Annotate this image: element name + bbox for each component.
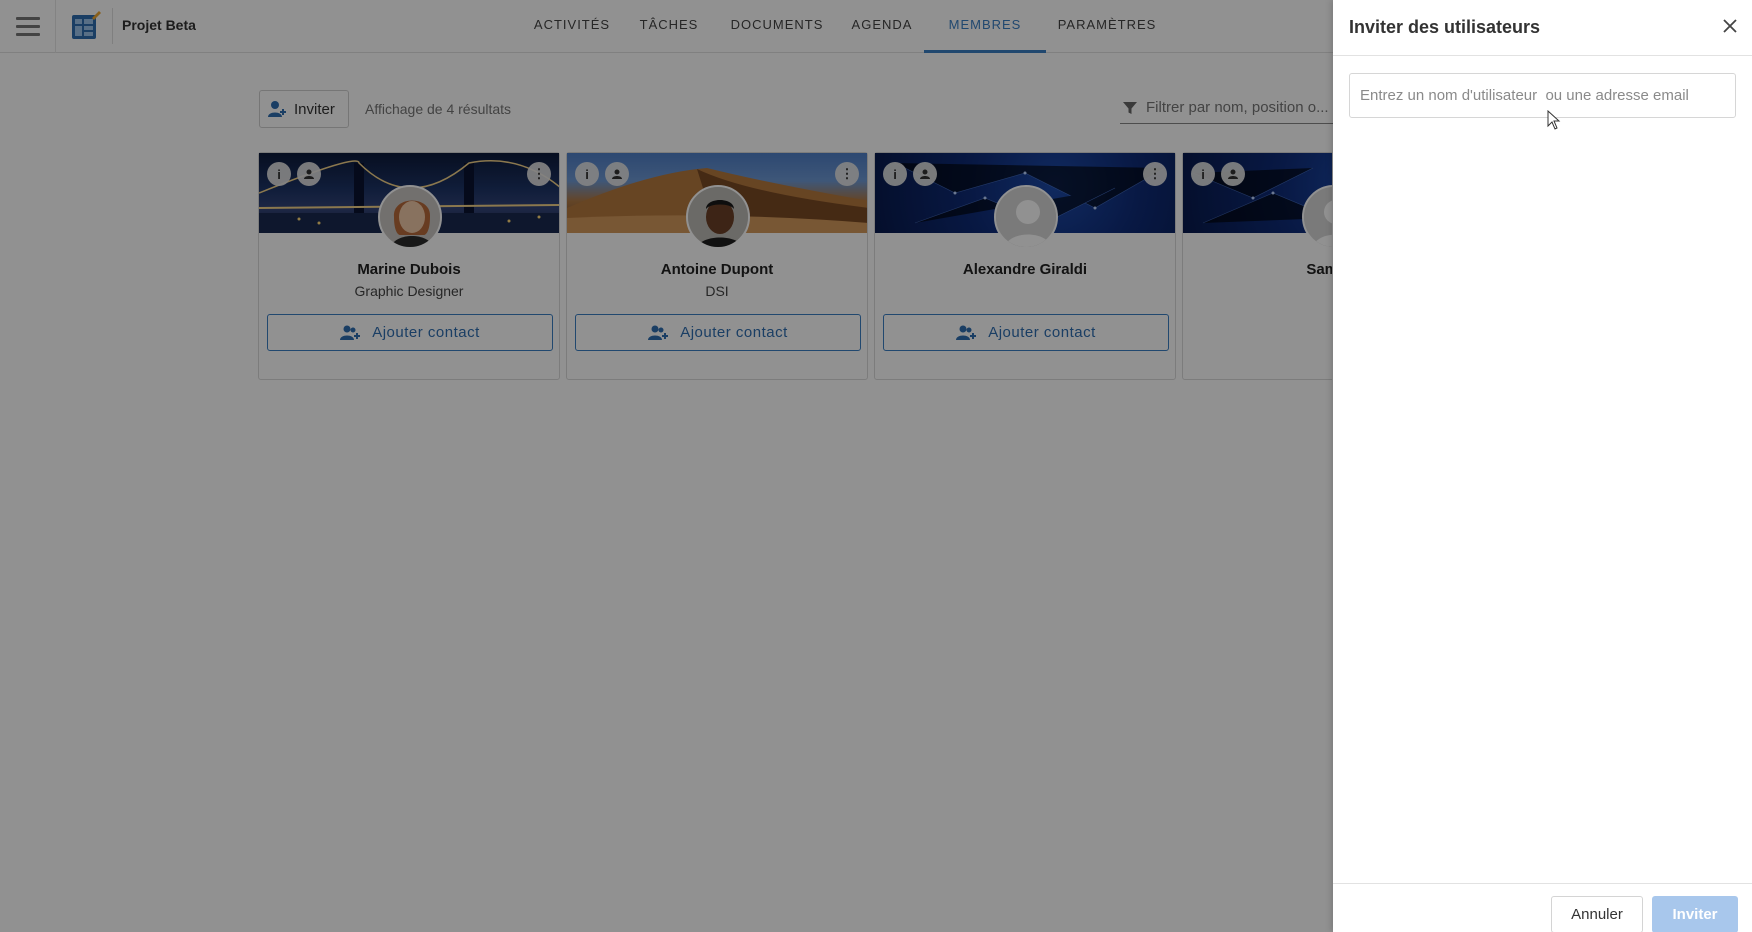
invite-submit-button[interactable]: Inviter bbox=[1652, 896, 1738, 932]
drawer-title: Inviter des utilisateurs bbox=[1349, 17, 1541, 37]
cancel-button[interactable]: Annuler bbox=[1551, 896, 1643, 932]
close-icon[interactable] bbox=[1716, 12, 1744, 40]
mouse-cursor-icon bbox=[1547, 110, 1561, 130]
invite-users-drawer: Inviter des utilisateurs Annuler Inviter bbox=[1333, 0, 1752, 932]
drawer-footer: Annuler Inviter bbox=[1333, 883, 1752, 932]
user-search-input[interactable] bbox=[1349, 73, 1736, 118]
drawer-header: Inviter des utilisateurs bbox=[1333, 0, 1752, 56]
